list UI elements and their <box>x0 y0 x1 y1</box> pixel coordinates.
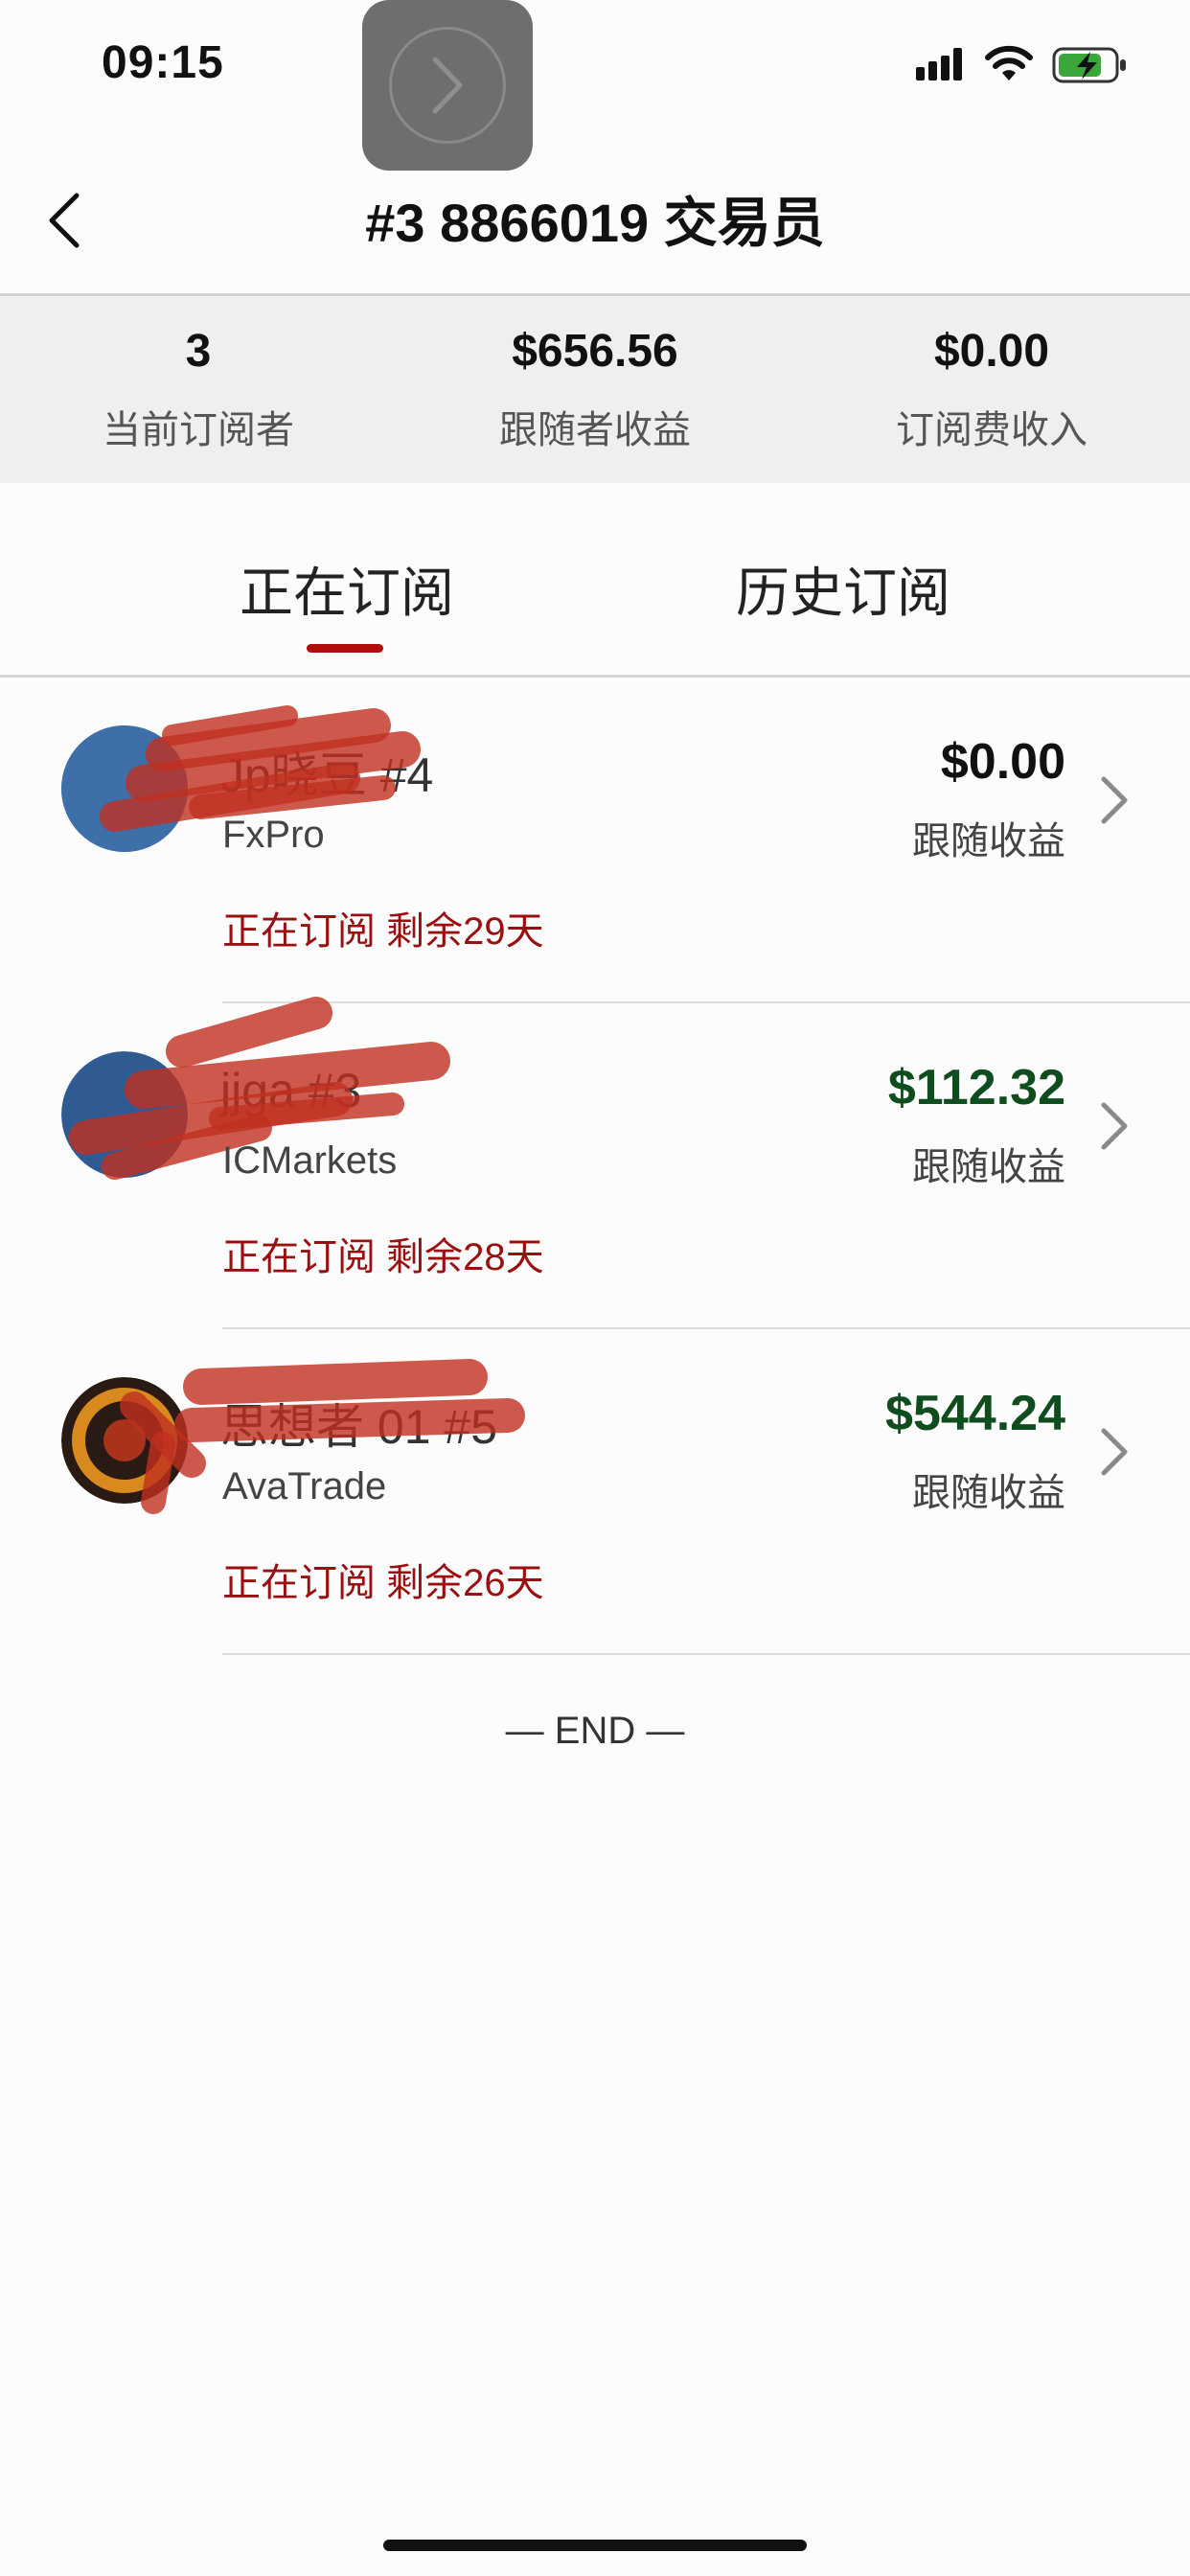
tab-current-subscriptions[interactable]: 正在订阅 <box>240 550 454 628</box>
page-title: #3 8866019 交易员 <box>365 193 825 253</box>
redaction-scribble <box>120 1359 525 1514</box>
stat-value: 3 <box>185 326 212 377</box>
chevron-right-icon <box>432 57 463 114</box>
subscription-status: 正在订阅 剩余28天 <box>222 1236 544 1278</box>
tab-history-subscriptions[interactable]: 历史订阅 <box>736 550 950 628</box>
stat-current-subscribers: 3 当前订阅者 <box>0 325 397 454</box>
follow-earnings-label: 跟随收益 <box>912 1472 1065 1514</box>
stat-follower-earnings: $656.56 跟随者收益 <box>397 325 793 454</box>
follow-earnings-label: 跟随收益 <box>912 1146 1065 1188</box>
list-end-marker: — END — <box>505 1710 685 1752</box>
home-indicator[interactable] <box>383 2540 807 2551</box>
navigation-bar: #3 8866019 交易员 <box>0 144 1190 293</box>
chevron-right-icon <box>1101 1428 1128 1476</box>
stat-label: 当前订阅者 <box>103 409 294 451</box>
broker-name: ICMarkets <box>222 1139 398 1182</box>
follow-earnings-amount: $112.32 <box>887 1060 1065 1116</box>
subscription-status: 正在订阅 剩余26天 <box>222 1562 544 1604</box>
stat-label: 订阅费收入 <box>896 409 1087 451</box>
stats-summary: 3 当前订阅者 $656.56 跟随者收益 $0.00 订阅费收入 <box>0 293 1190 486</box>
follow-earnings-amount: $544.24 <box>885 1386 1065 1441</box>
stat-subscription-income: $0.00 订阅费收入 <box>793 325 1190 454</box>
row-divider <box>222 1653 1190 1655</box>
wifi-icon <box>985 45 1033 80</box>
stat-value: $656.56 <box>512 326 678 377</box>
subscription-row[interactable]: 思想者 01 #5 AvaTrade 正在订阅 剩余26天 $544.24 跟随… <box>0 1329 1190 1655</box>
subscription-row[interactable]: Jp晓豆 #4 FxPro 正在订阅 剩余29天 $0.00 跟随收益 <box>0 678 1190 1003</box>
status-bar: 09:15 <box>0 0 1190 171</box>
subscription-row[interactable]: jjga #3 ICMarkets 正在订阅 剩余28天 $112.32 跟随收… <box>0 997 1190 1329</box>
active-tab-indicator <box>307 644 383 653</box>
stat-value: $0.00 <box>933 326 1050 377</box>
broker-name: FxPro <box>222 814 325 856</box>
broker-name: AvaTrade <box>222 1465 387 1507</box>
cellular-signal-icon <box>916 48 962 80</box>
battery-charging-icon <box>1052 47 1126 83</box>
chevron-right-icon <box>1101 1102 1128 1150</box>
chevron-right-icon <box>1101 776 1128 824</box>
status-time: 09:15 <box>102 37 224 88</box>
follow-earnings-label: 跟随收益 <box>912 820 1065 862</box>
follow-earnings-amount: $0.00 <box>940 734 1065 790</box>
subscription-tabs: 正在订阅 历史订阅 <box>0 483 1190 678</box>
stat-label: 跟随者收益 <box>499 409 691 451</box>
subscription-status: 正在订阅 剩余29天 <box>222 910 544 953</box>
